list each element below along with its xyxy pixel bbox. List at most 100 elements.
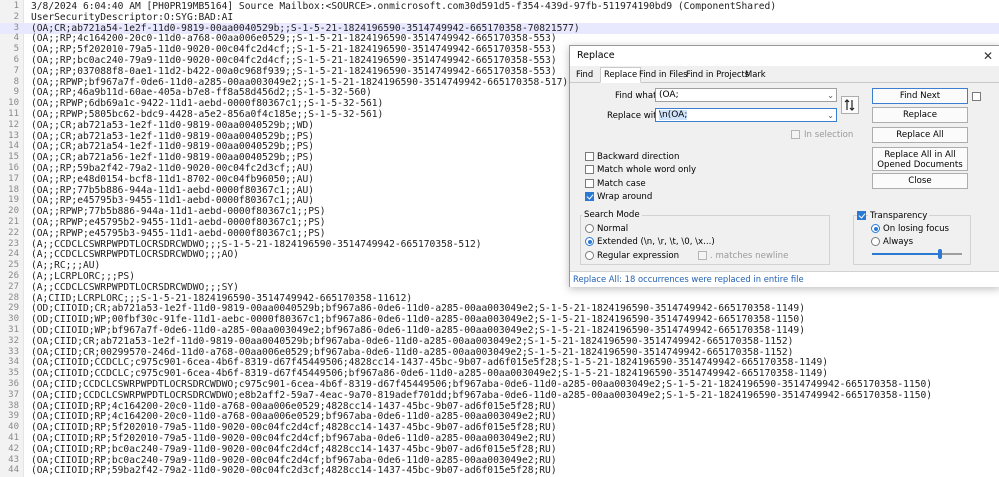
line-text: (OA;;RP;59ba2f42-79a2-11d0-9020-00c04fc2… [31,163,315,174]
editor-line[interactable]: 38 (OA;CIIOID;RP;4c164200-20c0-11d0-a768-… [0,401,999,412]
editor-line[interactable]: 31 (OD;CIIOID;WP;bf967a7f-0de6-11d0-a285-… [0,325,999,336]
regex-radio[interactable] [585,251,594,260]
match-case-checkbox[interactable] [585,179,594,188]
replace-button[interactable]: Replace [872,107,968,123]
line-number: 18 [8,184,19,195]
replace-all-opened-button[interactable]: Replace All in All Opened Documents [872,147,968,171]
line-text: (OA;;RP;46a9b11d-60ae-405a-b7e8-ff8a58d4… [31,87,372,99]
replace-with-input[interactable]: \n(OA; ⌄ [655,108,837,122]
match-case-label: Match case [597,179,646,189]
editor-line[interactable]: 1 3/8/2024 6:04:40 AM [PH0PR19MB5164] Sou… [0,1,999,12]
line-text: (OA;;RPWP;e45795b3-9455-11d1-aebd-0000f8… [31,227,326,239]
line-text: (OA;;CR;ab721a53-1e2f-11d0-9819-00aa0040… [31,130,315,142]
match-whole-word-checkbox[interactable] [585,165,594,174]
line-text: (OD;CIIOID;WP;00fbf30c-91fe-11d1-aebc-00… [31,314,805,326]
find-next-option-checkbox[interactable] [972,92,981,101]
swap-button[interactable] [841,96,859,114]
editor-line[interactable]: 30 (OD;CIIOID;WP;00fbf30c-91fe-11d1-aebc-… [0,314,999,325]
line-number: 39 [8,411,19,422]
extended-radio[interactable] [585,237,594,246]
line-number: 32 [8,335,19,346]
tab-mark[interactable]: Mark [742,68,769,81]
line-number: 16 [8,163,19,173]
transparency-slider-fill [872,253,940,255]
tab-replace[interactable]: Replace [600,67,642,83]
transparency-checkbox[interactable] [857,211,866,220]
line-text: (OA;CIIOID;RP;4c164200-20c0-11d0-a768-00… [31,400,557,412]
editor-line[interactable]: 34 (OA;CIIOID;CCDCLC;c975c901-6cea-4b6f-8… [0,357,999,368]
editor-line[interactable]: 36 (OA;CIID;CCDCLCSWRPWPDTLOCRSDRCWDWO;c9… [0,379,999,390]
line-number: 35 [8,368,19,379]
line-text: (OA;;CR;ab721a54-1e2f-11d0-9819-00aa0040… [31,141,315,153]
chevron-down-icon[interactable]: ⌄ [827,89,834,102]
line-number: 17 [8,173,19,184]
line-text: (OA;CIID;CCDCLCSWRPWPDTLOCRSDRCWDWO;c975… [31,379,933,390]
editor-line[interactable]: 3 (OA;CR;ab721a54-1e2f-11d0-9819-00aa0040… [0,22,999,34]
line-text: UserSecurityDescriptor:O:SYG:BAD:AI [31,11,234,23]
line-number: 10 [8,98,19,109]
editor-line[interactable]: 43 (OA;CIIOID;RP;bc0ac240-79a9-11d0-9020-… [0,455,999,466]
editor-line[interactable]: 29 (OD;CIIOID;CR;ab721a53-1e2f-11d0-9819-… [0,303,999,314]
tab-find[interactable]: Find [573,68,596,81]
line-number: 4 [13,33,19,44]
editor-line[interactable]: 37 (OA;CIID;CCDCLCSWRPWPDTLOCRSDRCWDWO;e8… [0,390,999,401]
line-text: (OA;;RPWP;e45795b2-9455-11d1-aebd-0000f8… [31,217,326,228]
editor-line[interactable]: 28 (A;CIID;LCRPLORC;;;S-1-5-21-1824196590… [0,293,999,304]
editor-line[interactable]: 42 (OA;CIIOID;RP;bc0ac240-79a9-11d0-9020-… [0,444,999,455]
find-next-button[interactable]: Find Next [872,88,968,104]
line-number: 27 [8,281,19,292]
line-number: 5 [13,44,19,55]
on-losing-focus-radio[interactable] [871,224,880,233]
line-text: (OA;CIIOID;CCDCLC;c975c901-6cea-4b6f-831… [31,368,829,380]
matches-newline-label: . matches newline [710,251,789,261]
find-what-input[interactable]: (OA; ⌄ [655,88,837,102]
close-icon[interactable]: ✕ [980,48,996,64]
replace-all-button[interactable]: Replace All [872,127,968,143]
dialog-tabs: Find Replace Find in Files Find in Proje… [570,67,999,83]
line-text: (OA;CIIOID;CCDCLC;c975c901-6cea-4b6f-831… [31,357,829,369]
swap-arrows-icon [844,99,855,111]
match-whole-word-label: Match whole word only [597,165,697,175]
line-text: (A;CIID;LCRPLORC;;;S-1-5-21-1824196590-3… [31,292,413,304]
editor-line[interactable]: 2 UserSecurityDescriptor:O:SYG:BAD:AI [0,12,999,23]
line-text: (OD;CIIOID;CR;ab721a53-1e2f-11d0-9819-00… [31,303,805,315]
line-text: (A;;CCDCLCSWRPWPDTLOCRSDRCWDWO;;;S-1-5-2… [31,238,482,250]
wrap-around-checkbox[interactable] [585,192,594,201]
line-number: 26 [8,271,19,281]
editor-line[interactable]: 39 (OA;CIIOID;RP;4c164200-20c0-11d0-a768-… [0,411,999,422]
line-text: (OA;;RP;e45795b3-9455-11d1-aebd-0000f803… [31,195,315,207]
chevron-down-icon[interactable]: ⌄ [827,109,834,122]
editor-line[interactable]: 32 (OA;CIID;CR;ab721a53-1e2f-11d0-9819-00… [0,336,999,347]
matches-newline-checkbox[interactable] [698,251,707,260]
line-number: 23 [8,238,19,249]
line-text: (A;;CCDCLCSWRPWPDTLOCRSDRCWDWO;;;AO) [31,249,239,261]
editor-line[interactable]: 33 (OA;CIID;CR;00299570-246d-11d0-a768-00… [0,347,999,358]
normal-radio[interactable] [585,224,594,233]
status-message: Replace All: 18 occurrences were replace… [573,274,804,284]
editor-line[interactable]: 44 (OA;CIIOID;RP;59ba2f42-79a2-11d0-9020-… [0,465,999,476]
editor-line[interactable]: 40 (OA;CIIOID;RP;5f202010-79a5-11d0-9020-… [0,422,999,433]
backward-direction-checkbox[interactable] [585,152,594,161]
replace-dialog: Replace ✕ Find Replace Find in Files Fin… [569,45,999,287]
line-text: (OD;CIIOID;WP;bf967a7f-0de6-11d0-a285-00… [31,325,805,336]
transparency-slider-thumb[interactable] [937,249,942,259]
line-number: 38 [8,400,19,411]
editor-line[interactable]: 35 (OA;CIIOID;CCDCLC;c975c901-6cea-4b6f-8… [0,368,999,379]
line-number: 13 [8,130,19,141]
wrap-around-label: Wrap around [597,192,653,202]
editor-line[interactable]: 4 (OA;;RP;4c164200-20c0-11d0-a768-00aa006… [0,33,999,44]
in-selection-checkbox[interactable] [791,130,800,139]
extended-label: Extended (\n, \r, \t, \0, \x...) [597,237,715,247]
line-number: 8 [13,76,19,87]
editor-line[interactable]: 41 (OA;CIIOID;RP;5f202010-79a5-11d0-9020-… [0,433,999,444]
line-number: 9 [13,87,19,98]
line-text: (OA;;RP;4c164200-20c0-11d0-a768-00aa006e… [31,33,557,45]
line-number: 2 [13,11,19,22]
line-text: (OA;;CR;ab721a53-1e2f-11d0-9819-00aa0040… [31,119,315,131]
always-radio[interactable] [871,237,880,246]
line-text: (OA;;RPWP;6db69a1c-9422-11d1-aebd-0000f8… [31,98,384,110]
close-button[interactable]: Close [872,173,968,189]
line-number: 6 [13,55,19,65]
line-text: (OA;;RP;bc0ac240-79a9-11d0-9020-00c04fc2… [31,55,557,66]
line-number: 1 [13,1,19,11]
